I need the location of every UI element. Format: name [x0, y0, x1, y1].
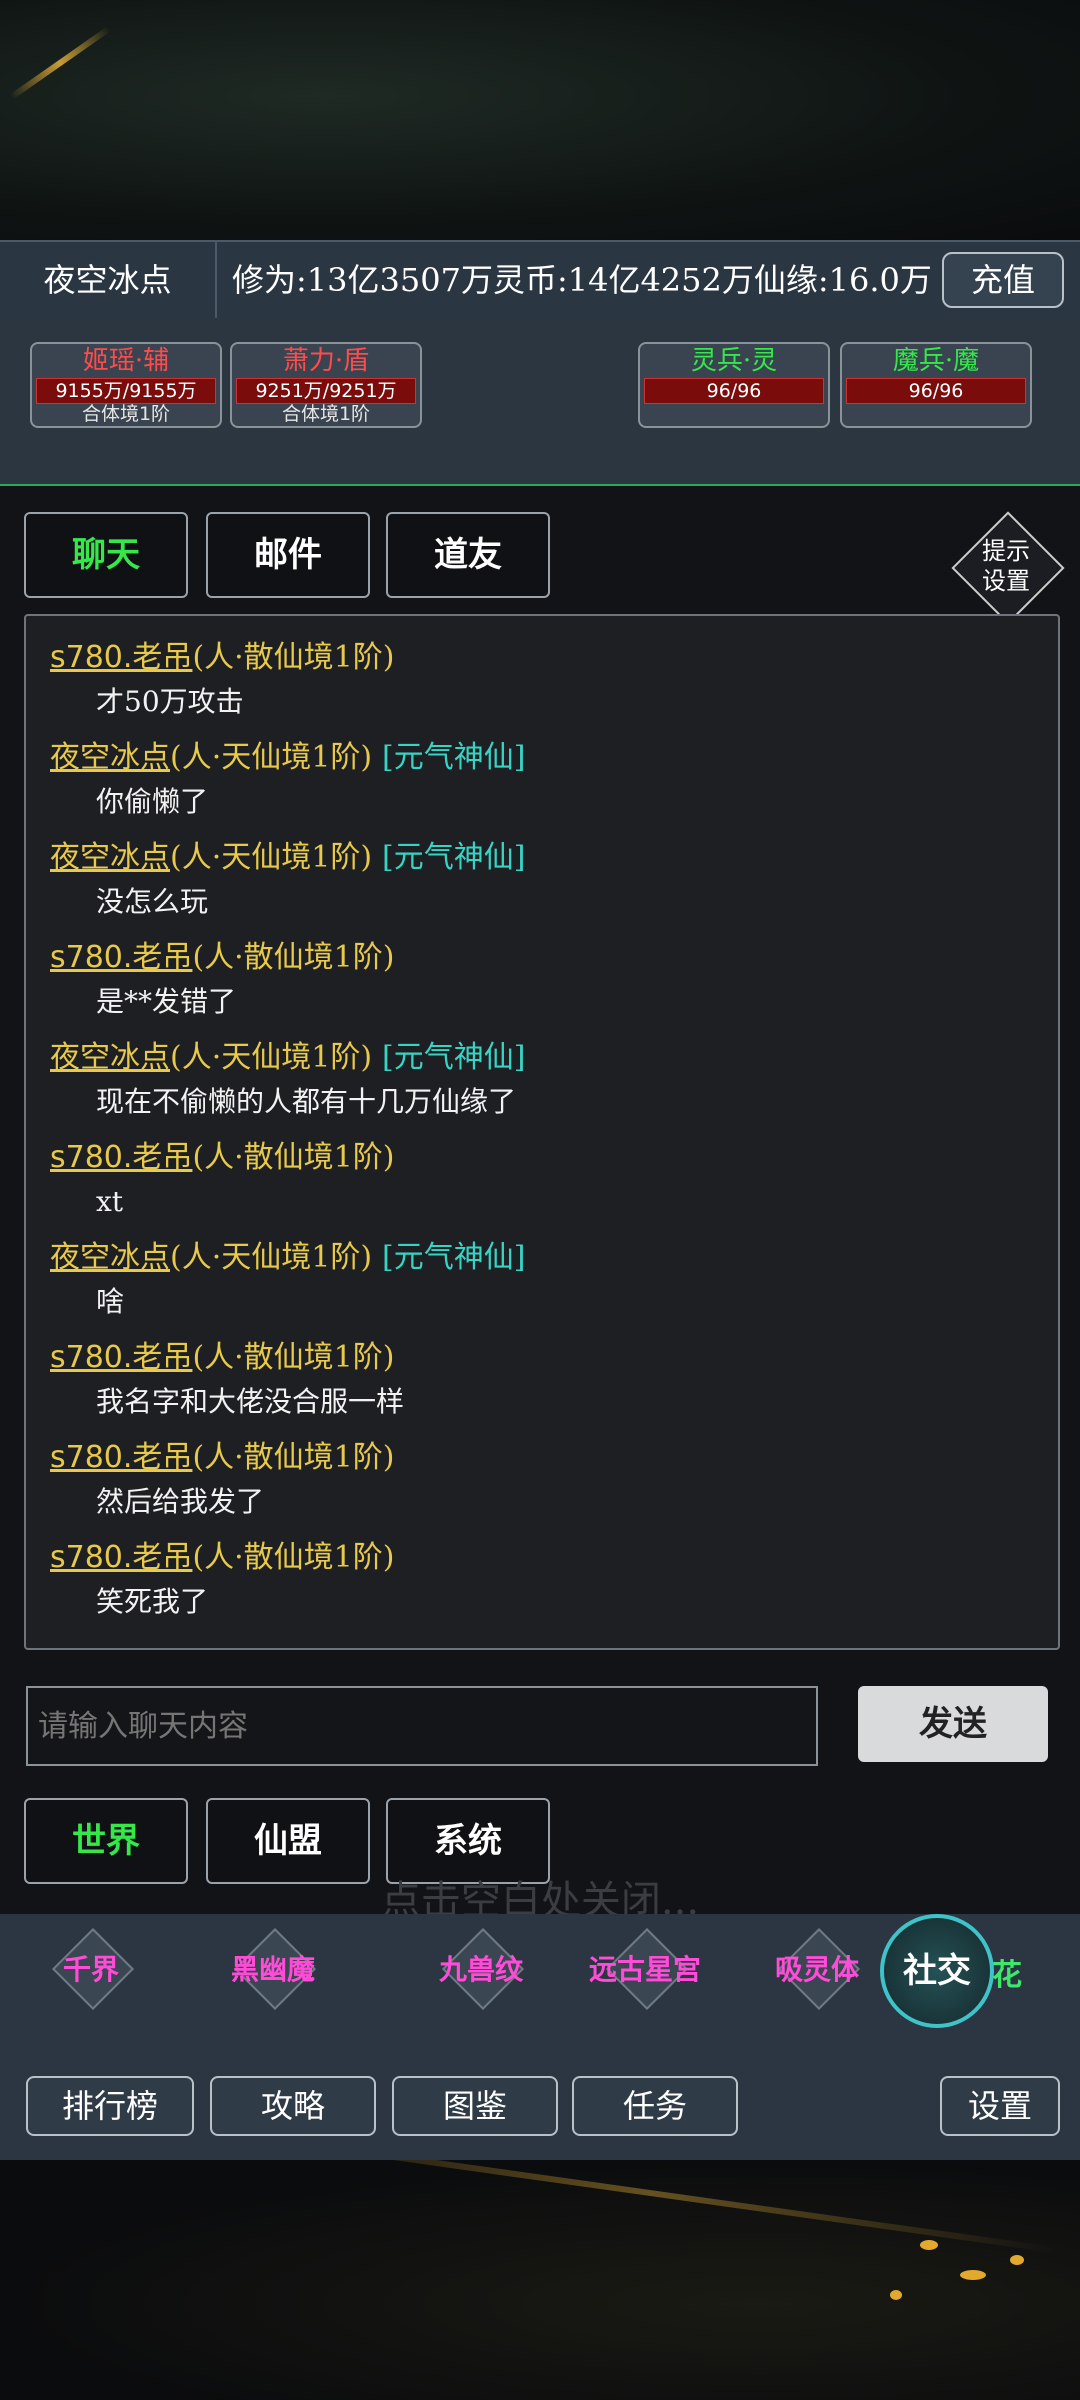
player-name[interactable]: 夜空冰点	[0, 242, 217, 318]
team-member-realm: 合体境1阶	[281, 403, 371, 425]
message-username[interactable]: 夜空冰点	[50, 1240, 170, 1275]
gold-splash-decoration	[920, 2240, 938, 2250]
realm-gem[interactable]: 黑幽魔	[188, 1927, 358, 2012]
message-username[interactable]: s780.老吊	[50, 940, 192, 975]
message-username[interactable]: 夜空冰点	[50, 1040, 170, 1075]
tasks-button[interactable]: 任务	[572, 2076, 738, 2136]
message-rank: (人·散仙境1阶)	[192, 1540, 395, 1575]
team-member-card[interactable]: 萧力·盾 9251万/9251万 合体境1阶	[230, 342, 422, 428]
message-text: 才50万攻击	[96, 685, 244, 718]
chat-message: s780.老吊(人·散仙境1阶) 我名字和大佬没合服一样	[50, 1336, 1030, 1424]
message-username[interactable]: 夜空冰点	[50, 740, 170, 775]
ranking-button[interactable]: 排行榜	[26, 2076, 194, 2136]
realm-gem[interactable]: 远古星宫	[560, 1927, 730, 2012]
player-stats: 修为:13亿3507万灵币:14亿4252万仙缘:16.0万	[232, 261, 932, 299]
message-text: 没怎么玩	[96, 885, 209, 918]
message-rank: (人·散仙境1阶)	[192, 1340, 395, 1375]
chat-message: s780.老吊(人·散仙境1阶) 是**发错了	[50, 936, 1030, 1024]
message-username[interactable]: s780.老吊	[50, 640, 192, 675]
recharge-button[interactable]: 充值	[942, 252, 1064, 308]
stats-bar: 夜空冰点 修为:13亿3507万灵币:14亿4252万仙缘:16.0万 充值	[0, 240, 1080, 320]
team-member-name: 姬瑶·辅	[82, 346, 170, 376]
message-username[interactable]: 夜空冰点	[50, 840, 170, 875]
message-username[interactable]: s780.老吊	[50, 1340, 192, 1375]
message-text: 啥	[96, 1285, 125, 1318]
realm-gem-label: 千界	[62, 1953, 119, 1986]
tab-mail[interactable]: 邮件	[206, 512, 370, 598]
message-rank: (人·天仙境1阶)	[170, 840, 373, 875]
team-member-name: 魔兵·魔	[892, 346, 980, 376]
bottom-nav-area: 千界 黑幽魔 九兽纹 远古星宫 吸灵体 社交 花 排行榜 攻略 图鉴 任务 设置	[0, 1914, 1080, 2160]
team-member-card[interactable]: 灵兵·灵 96/96	[638, 342, 830, 428]
message-rank: (人·散仙境1阶)	[192, 940, 395, 975]
chat-message: s780.老吊(人·散仙境1阶) 才50万攻击	[50, 636, 1030, 724]
message-text: 你偷懒了	[96, 785, 209, 818]
realm-gem-label: 吸灵体	[774, 1953, 859, 1986]
chat-log[interactable]: s780.老吊(人·散仙境1阶) 才50万攻击 夜空冰点(人·天仙境1阶) [元气…	[24, 614, 1060, 1650]
realm-gem[interactable]: 九兽纹	[396, 1927, 566, 2012]
message-username[interactable]: s780.老吊	[50, 1540, 192, 1575]
hp-bar: 96/96	[644, 378, 824, 404]
gold-splash-decoration	[960, 2270, 986, 2280]
flower-label[interactable]: 花	[992, 1950, 1022, 1994]
chat-message: 夜空冰点(人·天仙境1阶) [元气神仙] 啥	[50, 1236, 1030, 1324]
message-text: 现在不偷懒的人都有十几万仙缘了	[96, 1085, 517, 1118]
realm-gem-label: 黑幽魔	[230, 1953, 315, 1986]
message-rank: (人·散仙境1阶)	[192, 1440, 395, 1475]
chat-message: 夜空冰点(人·天仙境1阶) [元气神仙] 没怎么玩	[50, 836, 1030, 924]
tab-chat[interactable]: 聊天	[24, 512, 188, 598]
realm-gem-label: 远古星宫	[588, 1953, 701, 1986]
gold-splash-decoration	[890, 2290, 902, 2300]
guide-button[interactable]: 攻略	[210, 2076, 376, 2136]
bottom-background	[0, 2160, 1080, 2400]
chat-message: s780.老吊(人·散仙境1阶) xt	[50, 1136, 1030, 1224]
hp-bar: 9251万/9251万	[236, 378, 416, 404]
hint-settings-label-line1: 提示	[982, 537, 1030, 565]
team-member-card[interactable]: 姬瑶·辅 9155万/9155万 合体境1阶	[30, 342, 222, 428]
team-panel: 姬瑶·辅 9155万/9155万 合体境1阶 萧力·盾 9251万/9251万 …	[0, 318, 1080, 488]
top-background	[0, 0, 1080, 240]
hint-settings-label-line2: 设置	[982, 567, 1030, 595]
realm-gem[interactable]: 吸灵体	[732, 1927, 902, 2012]
message-rank: (人·散仙境1阶)	[192, 640, 395, 675]
message-text: 然后给我发了	[96, 1485, 265, 1518]
message-text: xt	[96, 1185, 124, 1218]
message-title-tag: [元气神仙]	[382, 740, 526, 775]
chat-message: 夜空冰点(人·天仙境1阶) [元气神仙] 你偷懒了	[50, 736, 1030, 824]
team-member-card[interactable]: 魔兵·魔 96/96	[840, 342, 1032, 428]
message-text: 笑死我了	[96, 1585, 209, 1618]
chat-input[interactable]	[26, 1686, 818, 1766]
gold-splash-decoration	[1010, 2255, 1024, 2265]
codex-button[interactable]: 图鉴	[392, 2076, 558, 2136]
hp-bar: 9155万/9155万	[36, 378, 216, 404]
message-rank: (人·天仙境1阶)	[170, 1040, 373, 1075]
social-button[interactable]: 社交	[880, 1914, 994, 2028]
tab-friends[interactable]: 道友	[386, 512, 550, 598]
message-text: 是**发错了	[96, 985, 237, 1018]
hint-settings-label: 提示 设置	[960, 526, 1052, 606]
realm-gem-label: 九兽纹	[438, 1953, 523, 1986]
chat-message: s780.老吊(人·散仙境1阶) 然后给我发了	[50, 1436, 1030, 1524]
realm-gem[interactable]: 千界	[6, 1927, 176, 2012]
message-rank: (人·天仙境1阶)	[170, 1240, 373, 1275]
chat-message: s780.老吊(人·散仙境1阶) 笑死我了	[50, 1536, 1030, 1624]
chat-message: 夜空冰点(人·天仙境1阶) [元气神仙] 现在不偷懒的人都有十几万仙缘了	[50, 1036, 1030, 1124]
message-rank: (人·散仙境1阶)	[192, 1140, 395, 1175]
settings-button[interactable]: 设置	[940, 2076, 1060, 2136]
message-title-tag: [元气神仙]	[382, 1240, 526, 1275]
team-member-name: 萧力·盾	[282, 346, 370, 376]
team-member-name: 灵兵·灵	[690, 346, 778, 376]
message-title-tag: [元气神仙]	[382, 840, 526, 875]
message-title-tag: [元气神仙]	[382, 1040, 526, 1075]
message-rank: (人·天仙境1阶)	[170, 740, 373, 775]
message-username[interactable]: s780.老吊	[50, 1440, 192, 1475]
message-text: 我名字和大佬没合服一样	[96, 1385, 405, 1418]
send-button[interactable]: 发送	[858, 1686, 1048, 1762]
message-username[interactable]: s780.老吊	[50, 1140, 192, 1175]
team-member-realm: 合体境1阶	[81, 403, 171, 425]
chat-overlay: 聊天 邮件 道友 提示 设置 s780.老吊(人·散仙境1阶) 才50万攻击 夜…	[0, 484, 1080, 1918]
hp-bar: 96/96	[846, 378, 1026, 404]
